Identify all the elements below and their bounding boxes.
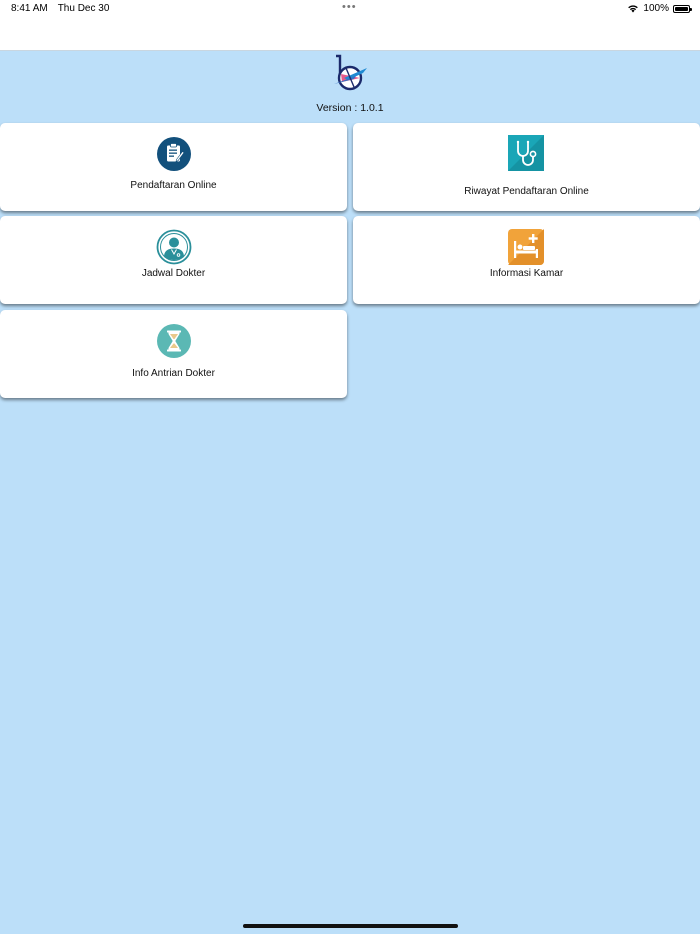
hospital-bed-icon: [508, 229, 544, 265]
menu-card-pendaftaran-online[interactable]: Pendaftaran Online: [0, 123, 347, 211]
battery-percent: 100%: [643, 3, 669, 14]
menu-card-info-antrian-dokter[interactable]: Info Antrian Dokter: [0, 310, 347, 398]
status-time: 8:41 AM Thu Dec 30: [11, 3, 109, 14]
menu-card-jadwal-dokter[interactable]: Jadwal Dokter: [0, 216, 347, 304]
status-bar: 8:41 AM Thu Dec 30 ••• 100%: [0, 0, 700, 51]
home-indicator[interactable]: [243, 924, 458, 928]
hourglass-icon: [157, 324, 191, 358]
battery-fill: [675, 6, 688, 11]
status-clock: 8:41 AM: [11, 3, 48, 14]
status-indicators: 100%: [627, 3, 692, 14]
clipboard-icon: [157, 137, 191, 171]
app-version: Version : 1.0.1: [316, 102, 384, 114]
menu-card-label: Info Antrian Dokter: [132, 368, 215, 379]
menu-card-label: Informasi Kamar: [489, 268, 564, 279]
doctor-icon: [156, 229, 192, 265]
menu-card-label: Riwayat Pendaftaran Online: [464, 186, 589, 197]
battery-icon: [673, 4, 692, 13]
menu-card-label: Jadwal Dokter: [141, 268, 206, 279]
status-date: Thu Dec 30: [57, 3, 110, 14]
menu-card-riwayat-pendaftaran-online[interactable]: Riwayat Pendaftaran Online: [353, 123, 700, 211]
menu-card-label: Pendaftaran Online: [130, 180, 217, 191]
menu-card-informasi-kamar[interactable]: Informasi Kamar: [353, 216, 700, 304]
app-logo: [334, 54, 367, 91]
multitasking-dots[interactable]: •••: [342, 1, 357, 13]
wifi-icon: [628, 5, 639, 13]
stethoscope-icon: [508, 135, 544, 171]
